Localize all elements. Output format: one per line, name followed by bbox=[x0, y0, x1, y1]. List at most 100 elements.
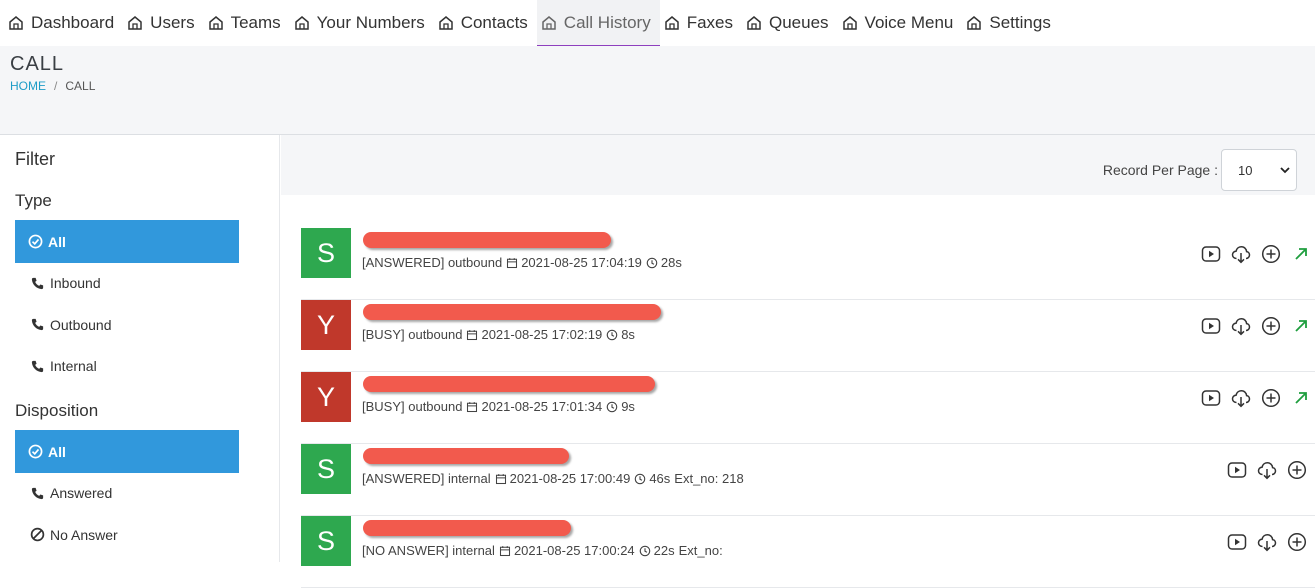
clock-icon bbox=[606, 401, 618, 412]
nav-item-label: Your Numbers bbox=[316, 13, 425, 32]
row-actions bbox=[1191, 316, 1311, 336]
record-per-page-value: 10 bbox=[1238, 162, 1253, 178]
download-cloud-icon[interactable] bbox=[1257, 460, 1277, 480]
add-circle-icon[interactable] bbox=[1287, 532, 1307, 552]
filter-item-label: Internal bbox=[50, 358, 97, 374]
call-datetime: 2021-08-25 17:02:19 bbox=[481, 327, 603, 342]
redacted-caller-name bbox=[363, 520, 571, 536]
play-icon[interactable] bbox=[1227, 460, 1247, 480]
call-meta: [BUSY] outbound 2021-08-25 17:01:34 9s bbox=[362, 399, 635, 414]
clock-icon bbox=[635, 473, 646, 484]
call-datetime: 2021-08-25 17:00:24 bbox=[513, 543, 635, 558]
download-cloud-icon[interactable] bbox=[1231, 244, 1251, 264]
nav-item-dashboard[interactable]: Dashboard bbox=[4, 0, 123, 46]
call-extension: Ext_no: bbox=[678, 543, 723, 558]
home-icon bbox=[9, 16, 23, 30]
row-actions bbox=[1191, 388, 1311, 408]
nav-item-your-numbers[interactable]: Your Numbers bbox=[290, 0, 434, 46]
nav-item-queues[interactable]: Queues bbox=[742, 0, 838, 46]
download-cloud-icon[interactable] bbox=[1231, 316, 1251, 336]
add-circle-icon[interactable] bbox=[1261, 316, 1281, 336]
clock-icon bbox=[606, 329, 618, 340]
filter-disposition-answered[interactable]: Answered bbox=[15, 472, 239, 515]
nav-item-label: Call History bbox=[563, 13, 651, 32]
row-actions bbox=[1191, 244, 1311, 264]
redacted-caller-name bbox=[363, 448, 569, 464]
outbound-arrow-icon bbox=[1295, 248, 1307, 260]
play-icon[interactable] bbox=[1201, 316, 1221, 336]
home-icon bbox=[747, 16, 761, 30]
call-row[interactable]: S [ANSWERED] internal 2021-08-25 17:00:49 4… bbox=[301, 444, 1315, 516]
call-meta: [ANSWERED] outbound 2021-08-25 17:04:19 28… bbox=[362, 255, 682, 270]
call-row[interactable]: S [NO ANSWER] internal 2021-08-25 17:00:24… bbox=[301, 516, 1315, 588]
calendar-icon bbox=[467, 329, 478, 340]
home-icon bbox=[842, 16, 857, 30]
filter-disposition-all[interactable]: All bbox=[15, 430, 239, 473]
nav-item-teams[interactable]: Teams bbox=[204, 0, 290, 46]
filter-item-label: Answered bbox=[50, 485, 113, 501]
avatar: Y bbox=[301, 300, 351, 350]
filter-type-all[interactable]: All bbox=[15, 220, 239, 263]
check-circle-icon bbox=[28, 444, 43, 459]
outbound-arrow-icon bbox=[1295, 392, 1307, 404]
breadcrumb-separator: / bbox=[54, 79, 58, 93]
home-icon bbox=[542, 16, 556, 30]
phone-icon bbox=[31, 318, 44, 331]
download-cloud-icon[interactable] bbox=[1231, 388, 1251, 408]
call-row[interactable]: Y [BUSY] outbound 2021-08-25 17:02:19 8s bbox=[301, 300, 1315, 372]
call-duration: 8s bbox=[621, 327, 635, 342]
call-datetime: 2021-08-25 17:04:19 bbox=[521, 255, 642, 270]
nav-item-voice-menu[interactable]: Voice Menu bbox=[838, 0, 963, 46]
type-heading: Type bbox=[15, 191, 52, 210]
call-status: [BUSY] outbound bbox=[362, 327, 463, 342]
breadcrumb-home-link[interactable]: HOME bbox=[10, 79, 46, 93]
nav-item-label: Voice Menu bbox=[864, 13, 954, 32]
nav-item-faxes[interactable]: Faxes bbox=[660, 0, 742, 46]
add-circle-icon[interactable] bbox=[1261, 244, 1281, 264]
avatar: Y bbox=[301, 372, 351, 422]
calendar-icon bbox=[507, 257, 518, 268]
check-circle-icon bbox=[28, 234, 43, 249]
play-icon[interactable] bbox=[1201, 388, 1221, 408]
nav-item-users[interactable]: Users bbox=[123, 0, 203, 46]
avatar: S bbox=[301, 228, 351, 278]
home-icon bbox=[128, 16, 142, 30]
nav-item-label: Users bbox=[150, 13, 195, 32]
call-meta: [ANSWERED] internal 2021-08-25 17:00:49 46… bbox=[362, 471, 744, 486]
filter-item-label: Inbound bbox=[50, 275, 101, 291]
avatar: S bbox=[301, 444, 351, 494]
record-per-page-select[interactable]: 10 bbox=[1221, 149, 1297, 191]
call-duration: 22s bbox=[653, 543, 675, 558]
call-duration: 9s bbox=[621, 399, 635, 414]
page-title: CALL bbox=[10, 53, 65, 75]
add-circle-icon[interactable] bbox=[1261, 388, 1281, 408]
filter-type-internal[interactable]: Internal bbox=[15, 345, 239, 388]
filter-sidebar: Filter Type All Inbound Outbound Internal D… bbox=[0, 135, 280, 562]
filter-item-label: Outbound bbox=[50, 316, 112, 333]
call-meta: [BUSY] outbound 2021-08-25 17:02:19 8s bbox=[362, 327, 635, 342]
filter-item-label: All bbox=[48, 443, 66, 460]
call-row[interactable]: S [ANSWERED] outbound 2021-08-25 17:04:19 2… bbox=[301, 228, 1315, 300]
call-status: [ANSWERED] internal bbox=[362, 471, 491, 486]
home-icon bbox=[294, 16, 309, 30]
row-actions bbox=[1217, 460, 1307, 480]
call-row[interactable]: Y [BUSY] outbound 2021-08-25 17:01:34 9s bbox=[301, 372, 1315, 444]
add-circle-icon[interactable] bbox=[1287, 460, 1307, 480]
nav-item-settings[interactable]: Settings bbox=[962, 0, 1059, 46]
call-extension: Ext_no: 218 bbox=[674, 471, 744, 486]
play-icon[interactable] bbox=[1227, 532, 1247, 552]
nav-item-call-history[interactable]: Call History bbox=[536, 0, 660, 48]
download-cloud-icon[interactable] bbox=[1257, 532, 1277, 552]
nav-item-label: Queues bbox=[769, 13, 829, 32]
play-icon[interactable] bbox=[1201, 244, 1221, 264]
filter-type-outbound[interactable]: Outbound bbox=[15, 303, 239, 346]
row-actions bbox=[1217, 532, 1307, 552]
phone-icon bbox=[31, 360, 44, 372]
filter-disposition-no-answer[interactable]: No Answer bbox=[15, 513, 239, 556]
call-duration: 28s bbox=[660, 255, 682, 270]
nav-item-contacts[interactable]: Contacts bbox=[434, 0, 537, 46]
filter-type-inbound[interactable]: Inbound bbox=[15, 262, 239, 305]
calendar-icon bbox=[467, 401, 478, 412]
ban-icon bbox=[30, 527, 45, 542]
phone-icon bbox=[31, 487, 44, 499]
